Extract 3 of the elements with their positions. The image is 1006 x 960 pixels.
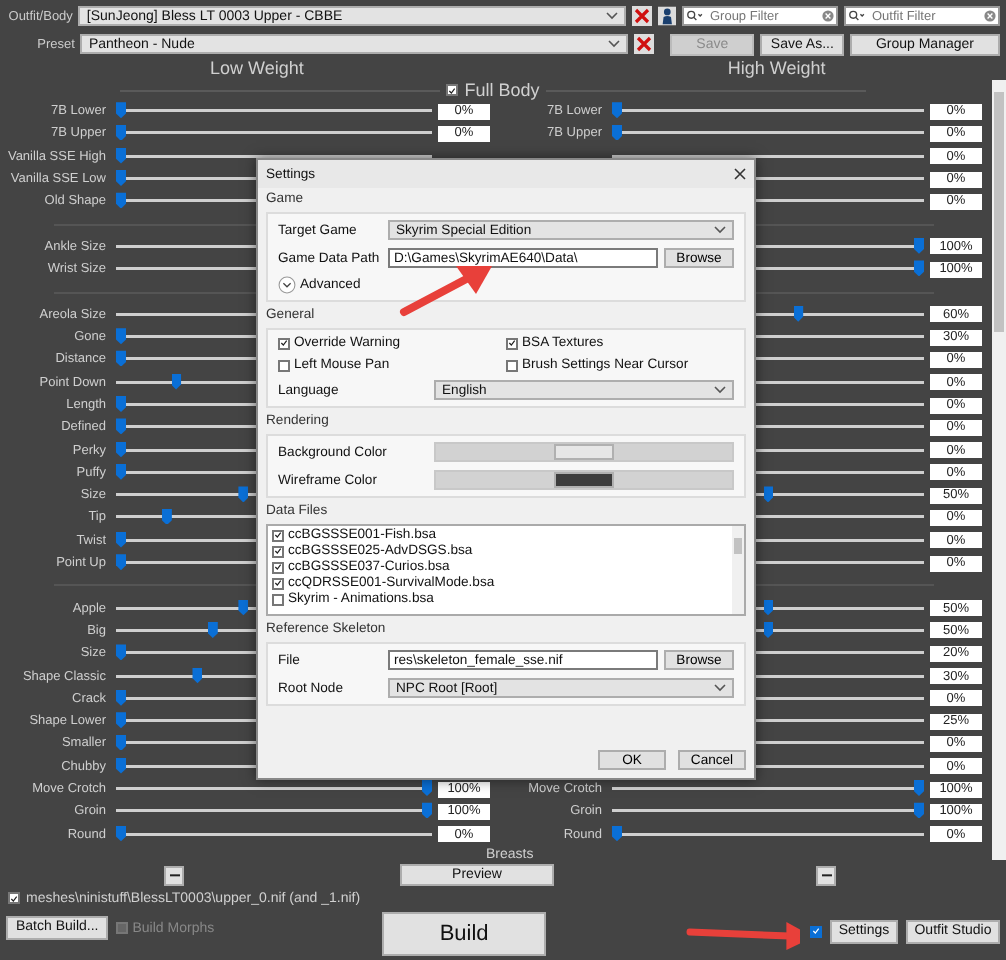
column-header: High Weight — [727, 58, 826, 78]
column-header: Low Weight — [210, 58, 304, 78]
checkbox-label: Full Body — [464, 80, 540, 100]
